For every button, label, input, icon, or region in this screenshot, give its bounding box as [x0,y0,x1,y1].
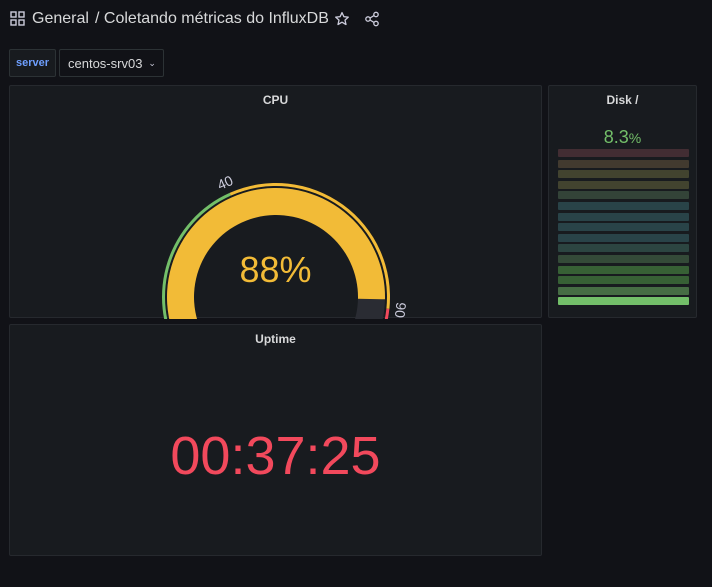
breadcrumb-folder[interactable]: General [32,10,89,28]
dashboard-title[interactable]: / Coletando métricas do InfluxDB [95,10,329,28]
breadcrumb-separator: / [95,10,100,27]
disk-value: 8.3% [549,127,696,148]
server-variable-value: centos-srv03 [68,55,143,71]
disk-value-unit: % [628,130,642,146]
share-icon[interactable] [364,11,380,27]
disk-bar-cell [558,191,689,200]
disk-bar-cell [558,276,689,285]
chevron-down-icon: ⌄ [148,57,156,68]
uptime-panel-title[interactable]: Uptime [10,332,541,346]
disk-bar-cell [558,149,689,157]
server-variable-select[interactable]: centos-srv03 ⌄ [59,49,164,77]
disk-bar-cell [558,297,689,306]
uptime-panel[interactable]: Uptime 00:37:25 [9,324,542,556]
disk-bar-cell [558,159,689,168]
disk-bar-cell [558,170,689,179]
disk-bar-cell [558,244,689,253]
disk-bar-gauge [558,149,689,308]
disk-bar-cell [558,254,689,263]
disk-bar-cell [558,223,689,232]
disk-bar-cell [558,201,689,210]
disk-bar-cell [558,233,689,242]
disk-panel-title[interactable]: Disk / [549,93,696,107]
disk-bar-cell [558,180,689,189]
uptime-value: 00:37:25 [170,426,381,486]
disk-panel[interactable]: Disk / 8.3% [548,85,697,318]
disk-bar-cell [558,265,689,274]
gauge-threshold-label: 90 [392,302,410,319]
variable-label-server: server [9,49,56,77]
cpu-panel[interactable]: CPU 04090100 88% [9,85,542,319]
dashboard-header: General / Coletando métricas do InfluxDB [0,0,712,40]
disk-value-number: 8.3 [603,127,629,147]
apps-grid-icon[interactable] [10,11,25,26]
dashboard-title-text: Coletando métricas do InfluxDB [103,10,329,27]
cpu-gauge-value: 88% [239,249,312,290]
disk-bar-cell [558,212,689,221]
gauge-threshold-label: 40 [215,172,236,193]
star-icon[interactable] [334,11,350,27]
disk-bar-cell [558,286,689,295]
